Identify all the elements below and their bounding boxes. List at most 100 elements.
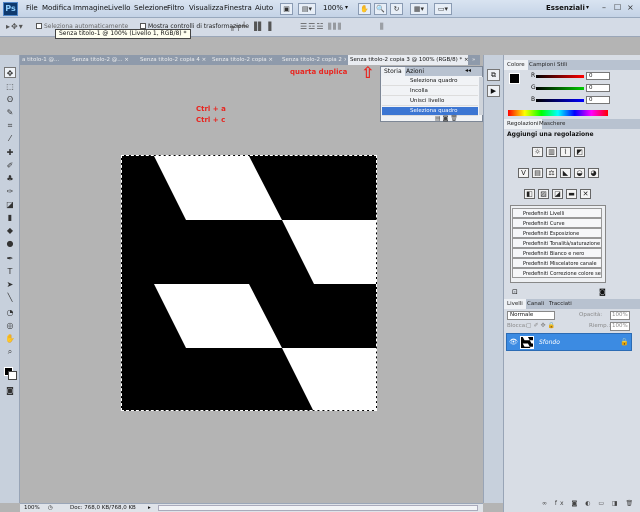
vibrance-icon[interactable]: V xyxy=(518,168,529,178)
photoshop-logo[interactable]: Ps xyxy=(3,2,18,16)
menu-file[interactable]: File xyxy=(26,4,38,12)
pen-tool-icon[interactable]: ✒ xyxy=(4,253,16,264)
menu-livello[interactable]: Livello xyxy=(108,4,130,12)
photo-filter-icon[interactable]: ◒ xyxy=(574,168,585,178)
exposure-icon[interactable]: ◩ xyxy=(574,147,585,157)
history-item[interactable]: Seleziona quadro xyxy=(382,77,478,86)
menu-aiuto[interactable]: Aiuto xyxy=(255,4,273,12)
tab-actions[interactable]: Azioni xyxy=(403,67,427,76)
channel-r-slider[interactable] xyxy=(536,75,584,78)
menu-modifica[interactable]: Modifica xyxy=(42,4,71,12)
tab-overflow-icon[interactable]: » xyxy=(470,55,480,65)
dodge-tool-icon[interactable]: ● xyxy=(4,238,16,249)
menu-immagine[interactable]: Immagine xyxy=(73,4,108,12)
selective-color-icon[interactable]: ✕ xyxy=(580,189,591,199)
marquee-tool-icon[interactable]: ⬚ xyxy=(4,81,16,92)
auto-align-icon[interactable]: ⫼ xyxy=(380,22,385,32)
tab-styles[interactable]: Stili xyxy=(554,60,570,70)
tab-doc-1[interactable]: a titolo-1 @... xyxy=(20,55,68,65)
history-panel-icon[interactable]: ⧉ xyxy=(487,69,500,81)
layers-footer-icons[interactable]: ∞ fx ◙ ◐ ▭ ◨ 🗑 xyxy=(542,500,636,507)
eyedropper-tool-icon[interactable]: ⁄ xyxy=(4,133,16,144)
close-button[interactable]: × xyxy=(627,3,634,12)
tab-masks[interactable]: Maschere xyxy=(536,119,568,129)
preset-hue-saturation[interactable]: Predefiniti Tonalità/saturazione xyxy=(512,238,602,248)
history-item-selected[interactable]: Seleziona quadro xyxy=(382,107,478,116)
tab-channels[interactable]: Canali xyxy=(524,299,547,309)
menu-selezione[interactable]: Selezione xyxy=(134,4,168,12)
posterize-icon[interactable]: ▨ xyxy=(538,189,549,199)
color-balance-icon[interactable]: ⚖ xyxy=(546,168,557,178)
blend-mode-select[interactable]: Normale xyxy=(507,311,555,320)
screen-mode-icon[interactable]: ▭▾ xyxy=(434,3,452,15)
status-info-icon[interactable]: ◷ xyxy=(48,505,53,511)
layer-row-background[interactable]: 👁 Sfondo 🔒 xyxy=(506,333,632,351)
panel-collapse-icon[interactable]: ◂◂ xyxy=(465,67,471,74)
brush-tool-icon[interactable]: ✐ xyxy=(4,160,16,171)
preset-black-white[interactable]: Predefiniti Bianco e nero xyxy=(512,248,602,258)
rotate-view-icon[interactable]: ↻ xyxy=(390,3,403,15)
preset-curves[interactable]: Predefiniti Curve xyxy=(512,218,602,228)
move-tool-icon[interactable]: ✥ xyxy=(4,67,16,78)
channel-g-input[interactable]: 0 xyxy=(586,84,610,92)
brightness-contrast-icon[interactable]: ☼ xyxy=(532,147,543,157)
tab-history[interactable]: Storia xyxy=(381,67,405,76)
bridge-icon[interactable]: ▣ xyxy=(280,3,293,15)
view-extras-icon[interactable]: ▤▾ xyxy=(298,3,316,15)
channel-b-input[interactable]: 0 xyxy=(586,96,610,104)
channel-b-slider[interactable] xyxy=(536,99,584,102)
healing-brush-tool-icon[interactable]: ✚ xyxy=(4,147,16,158)
status-menu-arrow-icon[interactable]: ▸ xyxy=(148,505,151,511)
document-canvas[interactable] xyxy=(121,155,377,411)
zoom-tool-icon[interactable]: 🔍 xyxy=(374,3,387,15)
history-footer-icons[interactable]: ▤ ◙ 🗑 xyxy=(435,115,458,122)
tab-doc-copia[interactable]: Senza titolo-2 copia × xyxy=(210,55,278,65)
clone-stamp-tool-icon[interactable]: ♣ xyxy=(4,173,16,184)
tab-layers[interactable]: Livelli xyxy=(504,299,526,309)
layer-name[interactable]: Sfondo xyxy=(539,339,560,346)
align-icons[interactable]: ╥╤╧ ▐▌▐ xyxy=(230,22,272,31)
fill-input[interactable]: 100% xyxy=(610,322,630,331)
color-foreground-swatch[interactable] xyxy=(509,73,520,84)
arrange-documents-icon[interactable]: ▦▾ xyxy=(410,3,428,15)
shape-tool-icon[interactable]: ╲ xyxy=(4,292,16,303)
move-tool-preset-icon[interactable]: ▸✥▾ xyxy=(6,22,24,31)
auto-select-checkbox[interactable] xyxy=(36,23,42,29)
preset-channel-mixer[interactable]: Predefiniti Miscelatore canale xyxy=(512,258,602,268)
horizontal-scrollbar[interactable] xyxy=(158,505,478,511)
tab-doc-copia-4[interactable]: Senza titolo-2 copia 4 × xyxy=(138,55,208,65)
lasso-tool-icon[interactable]: ʘ xyxy=(4,94,16,105)
zoom-level-select[interactable]: 100% xyxy=(323,4,343,12)
hand-tool-icon[interactable]: ✋ xyxy=(4,333,16,344)
restore-button[interactable]: ☐ xyxy=(614,3,621,12)
channel-mixer-icon[interactable]: ◕ xyxy=(588,168,599,178)
black-white-icon[interactable]: ◣ xyxy=(560,168,571,178)
preset-selective-color[interactable]: Predefiniti Correzione colore sel... xyxy=(512,268,602,278)
history-item[interactable]: Incolla xyxy=(382,87,478,96)
type-tool-icon[interactable]: T xyxy=(4,266,16,277)
workspace-switcher[interactable]: Essenziali xyxy=(546,4,585,12)
tab-color[interactable]: Colore xyxy=(504,60,528,70)
gradient-tool-icon[interactable]: ▮ xyxy=(4,212,16,223)
adjustment-clip-icon[interactable]: ⊡ xyxy=(512,288,518,296)
channel-r-input[interactable]: 0 xyxy=(586,72,610,80)
tab-paths[interactable]: Tracciati xyxy=(546,299,575,309)
adjustment-visibility-icon[interactable]: ◙ xyxy=(599,288,606,296)
color-spectrum-bar[interactable] xyxy=(508,110,608,116)
background-color-swatch[interactable] xyxy=(8,371,17,380)
curves-icon[interactable]: ⌇ xyxy=(560,147,571,157)
history-brush-tool-icon[interactable]: ✑ xyxy=(4,186,16,197)
3d-rotate-tool-icon[interactable]: ◔ xyxy=(4,307,16,318)
lock-icons[interactable]: ▢ ✐ ✥ 🔒 xyxy=(526,322,555,329)
opacity-input[interactable]: 100% xyxy=(610,311,630,320)
channel-g-slider[interactable] xyxy=(536,87,584,90)
eraser-tool-icon[interactable]: ◪ xyxy=(4,199,16,210)
threshold-icon[interactable]: ◪ xyxy=(552,189,563,199)
layer-visibility-eye-icon[interactable]: 👁 xyxy=(509,338,518,346)
distribute-icons[interactable]: ☰☲☱ ⫼⫼⫼ xyxy=(300,22,342,32)
hand-tool-icon[interactable]: ✋ xyxy=(358,3,371,15)
zoom-dropdown-icon[interactable]: ▾ xyxy=(345,4,348,11)
quick-mask-icon[interactable]: ◙ xyxy=(4,385,16,396)
menu-filtro[interactable]: Filtro xyxy=(167,4,184,12)
minimize-button[interactable]: – xyxy=(602,3,606,12)
